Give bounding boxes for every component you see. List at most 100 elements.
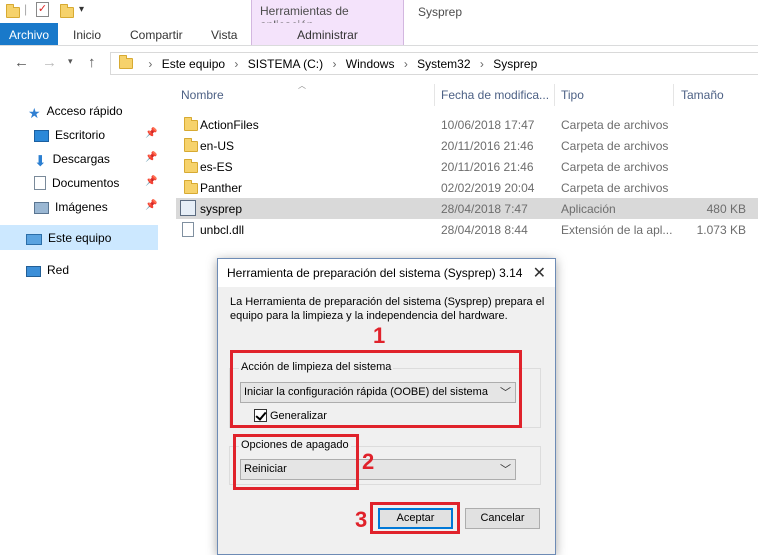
- documents-icon: [34, 176, 46, 190]
- customize-toolbar-icon[interactable]: ▾: [79, 4, 84, 15]
- file-name: Panther: [200, 181, 243, 195]
- navigation-bar: ← → ▾ ↑ › Este equipo › SISTEMA (C:) › W…: [0, 47, 758, 79]
- address-bar[interactable]: › Este equipo › SISTEMA (C:) › Windows ›…: [110, 52, 758, 75]
- tab-administrar[interactable]: Administrar: [251, 23, 404, 45]
- nav-descargas[interactable]: ⬇ Descargas: [34, 148, 110, 170]
- nav-label: Documentos: [52, 176, 120, 190]
- nav-escritorio[interactable]: Escritorio: [34, 124, 105, 146]
- properties-icon[interactable]: ✓: [36, 2, 49, 17]
- column-header-tamano[interactable]: Tamaño: [681, 88, 724, 102]
- nav-label: Red: [47, 263, 70, 277]
- annotation-number-2: 2: [362, 449, 375, 474]
- dll-icon: [182, 222, 194, 237]
- pin-icon[interactable]: 📌: [145, 128, 157, 139]
- window-title: Sysprep: [418, 5, 463, 19]
- file-list: ︿ Nombre Fecha de modifica... Tipo Tamañ…: [176, 80, 758, 250]
- context-tab-group: Herramientas de aplicación: [251, 0, 404, 32]
- file-type: Carpeta de archivos: [561, 139, 669, 153]
- annotation-number-1: 1: [373, 323, 386, 348]
- chevron-right-icon[interactable]: ›: [404, 57, 408, 71]
- column-header-fecha[interactable]: Fecha de modifica...: [441, 88, 549, 102]
- file-row-selected[interactable]: sysprep 28/04/2018 7:47 Aplicación 480 K…: [176, 198, 758, 219]
- column-header-tipo[interactable]: Tipo: [561, 88, 584, 102]
- annotation-box-1: [230, 350, 522, 428]
- folder-icon: [184, 117, 198, 131]
- pin-icon[interactable]: 📌: [145, 176, 157, 187]
- folder-icon: [119, 55, 133, 69]
- nav-quick-access[interactable]: ★ Acceso rápido: [28, 100, 123, 122]
- file-date: 28/04/2018 7:47: [441, 202, 528, 216]
- column-divider[interactable]: [673, 84, 674, 106]
- separator: |: [24, 2, 28, 16]
- breadcrumb-system32[interactable]: System32: [417, 57, 470, 71]
- annotation-box-2: [233, 434, 359, 490]
- column-header-nombre[interactable]: Nombre: [181, 88, 224, 102]
- file-date: 20/11/2016 21:46: [441, 160, 534, 174]
- sort-ascending-icon: ︿: [298, 81, 306, 90]
- nav-red[interactable]: Red: [26, 259, 69, 281]
- file-row[interactable]: ActionFiles 10/06/2018 17:47 Carpeta de …: [176, 114, 758, 135]
- file-type: Aplicación: [561, 202, 616, 216]
- application-icon: [180, 200, 196, 216]
- back-icon[interactable]: ←: [14, 54, 29, 71]
- folder-icon: [184, 138, 198, 152]
- forward-icon[interactable]: →: [42, 54, 57, 71]
- file-row[interactable]: unbcl.dll 28/04/2018 8:44 Extensión de l…: [176, 219, 758, 240]
- chevron-right-icon[interactable]: ›: [234, 57, 238, 71]
- file-name: es-ES: [200, 160, 233, 174]
- cancel-button[interactable]: Cancelar: [465, 508, 540, 529]
- tab-vista[interactable]: Vista: [211, 23, 237, 45]
- pin-icon[interactable]: 📌: [145, 152, 157, 163]
- column-divider[interactable]: [434, 84, 435, 106]
- computer-icon: [26, 234, 42, 245]
- download-icon: ⬇: [34, 153, 47, 170]
- pin-icon[interactable]: 📌: [145, 200, 157, 211]
- breadcrumb-sysprep[interactable]: Sysprep: [493, 57, 537, 71]
- annotation-box-3: [370, 502, 460, 534]
- network-icon: [26, 266, 41, 277]
- file-date: 28/04/2018 8:44: [441, 223, 528, 237]
- breadcrumb-este-equipo[interactable]: Este equipo: [162, 57, 225, 71]
- navigation-pane: ★ Acceso rápido Escritorio 📌 ⬇ Descargas 📌…: [0, 86, 160, 555]
- tab-inicio[interactable]: Inicio: [73, 23, 101, 45]
- nav-este-equipo[interactable]: Este equipo: [0, 225, 158, 250]
- recent-locations-icon[interactable]: ▾: [68, 56, 73, 67]
- nav-label: Imágenes: [55, 200, 108, 214]
- file-row[interactable]: en-US 20/11/2016 21:46 Carpeta de archiv…: [176, 135, 758, 156]
- file-type: Carpeta de archivos: [561, 160, 669, 174]
- chevron-down-icon: ﹀: [500, 464, 511, 476]
- file-type: Extensión de la apl...: [561, 223, 673, 237]
- folder-icon: [184, 159, 198, 173]
- close-icon[interactable]: ✕: [533, 263, 546, 283]
- nav-label: Este equipo: [48, 231, 112, 245]
- dialog-title: Herramienta de preparación del sistema (…: [218, 259, 555, 287]
- up-icon[interactable]: ↑: [88, 54, 96, 71]
- ribbon-tabs: Archivo Inicio Compartir Vista Administr…: [0, 23, 758, 46]
- quick-access-toolbar: | ✓ ▾ Herramientas de aplicación Sysprep: [0, 0, 758, 32]
- nav-label: Descargas: [52, 152, 110, 166]
- tab-archivo[interactable]: Archivo: [0, 23, 58, 45]
- annotation-number-3: 3: [355, 507, 368, 532]
- folder-icon: [184, 180, 198, 194]
- breadcrumb-windows[interactable]: Windows: [346, 57, 395, 71]
- chevron-right-icon[interactable]: ›: [332, 57, 336, 71]
- file-row[interactable]: es-ES 20/11/2016 21:46 Carpeta de archiv…: [176, 156, 758, 177]
- file-name: en-US: [200, 139, 235, 153]
- chevron-right-icon[interactable]: ›: [480, 57, 484, 71]
- nav-documentos[interactable]: Documentos: [34, 172, 119, 194]
- new-folder-icon[interactable]: [60, 4, 74, 18]
- file-date: 20/11/2016 21:46: [441, 139, 534, 153]
- file-name: sysprep: [200, 202, 243, 216]
- chevron-right-icon[interactable]: ›: [148, 57, 152, 71]
- file-size: 480 KB: [706, 202, 746, 216]
- column-divider[interactable]: [554, 84, 555, 106]
- nav-imagenes[interactable]: Imágenes: [34, 196, 108, 218]
- file-row[interactable]: Panther 02/02/2019 20:04 Carpeta de arch…: [176, 177, 758, 198]
- tab-compartir[interactable]: Compartir: [130, 23, 183, 45]
- breadcrumb-sistema[interactable]: SISTEMA (C:): [248, 57, 323, 71]
- file-date: 10/06/2018 17:47: [441, 118, 535, 132]
- folder-icon[interactable]: [6, 4, 20, 18]
- file-date: 02/02/2019 20:04: [441, 181, 535, 195]
- star-icon: ★: [28, 105, 41, 121]
- file-name: ActionFiles: [200, 118, 259, 132]
